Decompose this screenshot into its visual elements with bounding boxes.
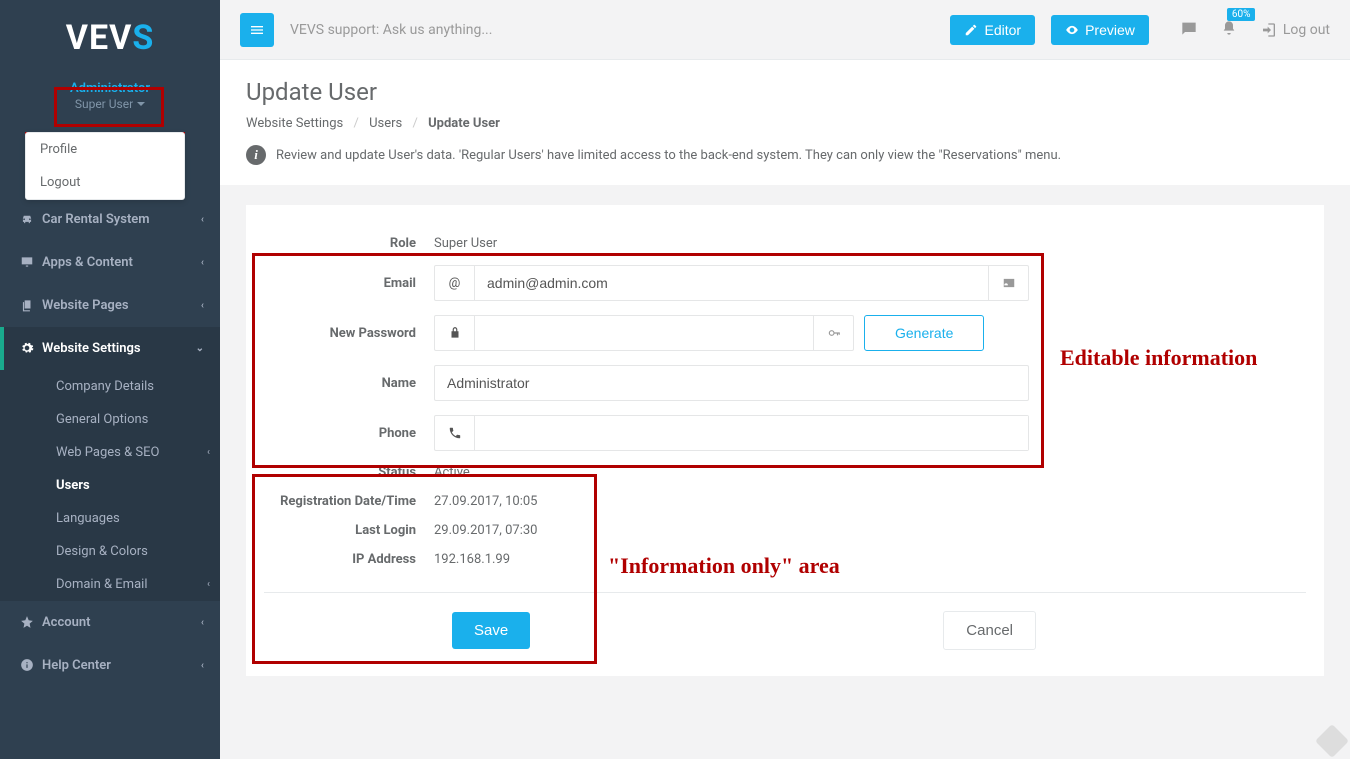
nav-car-rental[interactable]: Car Rental System ‹ (0, 198, 220, 241)
brand-part-1: VEV (66, 18, 133, 58)
chevron-left-icon: ‹ (201, 214, 204, 225)
sign-out-icon (1261, 22, 1277, 38)
email-field[interactable] (475, 266, 988, 300)
messages-icon[interactable] (1181, 20, 1197, 40)
page-header: Update User Website Settings / Users / U… (220, 60, 1350, 185)
value-status: Active (434, 465, 470, 480)
label-name: Name (264, 376, 434, 391)
cogs-icon (20, 341, 42, 355)
vcard-icon[interactable] (988, 266, 1028, 300)
value-role: Super User (434, 236, 497, 251)
logout-link[interactable]: Log out (1261, 22, 1330, 38)
new-password-field[interactable] (475, 316, 813, 350)
nav-website-settings-sub: Company Details General Options Web Page… (0, 370, 220, 601)
label-status: Status (264, 465, 434, 480)
subnav-company-details[interactable]: Company Details (0, 370, 220, 403)
breadcrumb: Website Settings / Users / Update User (246, 116, 1324, 131)
subnav-languages[interactable]: Languages (0, 502, 220, 535)
subnav-design-colors[interactable]: Design & Colors (0, 535, 220, 568)
chevron-left-icon: ‹ (207, 447, 210, 458)
phone-icon (435, 416, 475, 450)
label-last-login: Last Login (264, 523, 434, 538)
breadcrumb-website-settings[interactable]: Website Settings (246, 116, 343, 131)
phone-field[interactable] (475, 416, 1028, 450)
sidebar: VEVS Administrator Super User Profile Lo… (0, 0, 220, 759)
breadcrumb-users[interactable]: Users (369, 116, 402, 131)
sidebar-toggle-button[interactable] (240, 13, 274, 47)
subnav-general-options[interactable]: General Options (0, 403, 220, 436)
user-menu-logout[interactable]: Logout (26, 166, 184, 199)
car-icon (20, 212, 42, 226)
label-email: Email (264, 276, 434, 291)
caret-down-icon (137, 102, 145, 106)
chevron-left-icon: ‹ (201, 257, 204, 268)
notifications-icon[interactable]: 60% (1221, 20, 1237, 40)
label-phone: Phone (264, 426, 434, 441)
preview-button[interactable]: Preview (1051, 15, 1149, 45)
nav-account[interactable]: Account ‹ (0, 601, 220, 644)
main: VEVS support: Ask us anything... Editor … (220, 0, 1350, 759)
save-button[interactable]: Save (452, 612, 530, 649)
user-menu-profile[interactable]: Profile (26, 133, 184, 166)
current-user-name: Administrator (0, 81, 220, 97)
key-icon[interactable] (813, 316, 853, 350)
at-icon: @ (435, 266, 475, 300)
label-role: Role (264, 236, 434, 251)
nav-website-pages[interactable]: Website Pages ‹ (0, 284, 220, 327)
editor-button[interactable]: Editor (950, 15, 1035, 45)
support-prompt[interactable]: VEVS support: Ask us anything... (290, 22, 934, 38)
name-field[interactable] (434, 365, 1029, 401)
star-icon (20, 615, 42, 629)
nav-apps-content[interactable]: Apps & Content ‹ (0, 241, 220, 284)
cancel-button[interactable]: Cancel (943, 611, 1036, 650)
desktop-icon (20, 255, 42, 269)
breadcrumb-current: Update User (428, 116, 500, 131)
generate-button[interactable]: Generate (864, 315, 984, 351)
progress-badge: 60% (1227, 8, 1256, 21)
eye-icon (1065, 23, 1079, 37)
divider (264, 592, 1306, 593)
subnav-users[interactable]: Users (0, 469, 220, 502)
brand-part-2: S (132, 18, 154, 58)
page-help: i Review and update User's data. 'Regula… (246, 145, 1324, 165)
info-icon (20, 658, 42, 672)
value-ip: 192.168.1.99 (434, 552, 510, 567)
bars-icon (249, 22, 265, 38)
chevron-left-icon: ‹ (201, 660, 204, 671)
nav-help-center[interactable]: Help Center ‹ (0, 644, 220, 687)
subnav-web-pages-seo[interactable]: Web Pages & SEO‹ (0, 436, 220, 469)
info-icon: i (246, 145, 266, 165)
value-registration-dt: 27.09.2017, 10:05 (434, 494, 537, 509)
main-nav: Car Rental System ‹ Apps & Content ‹ Web… (0, 198, 220, 687)
label-ip: IP Address (264, 552, 434, 567)
form-panel: Role Super User Email @ (246, 205, 1324, 676)
chevron-left-icon: ‹ (201, 300, 204, 311)
user-dropdown: Profile Logout (25, 132, 185, 200)
user-block[interactable]: Administrator Super User (0, 75, 220, 120)
chevron-left-icon: ‹ (207, 579, 210, 590)
pencil-icon (964, 23, 978, 37)
label-new-password: New Password (264, 326, 434, 341)
lock-icon (435, 316, 475, 350)
page-help-text: Review and update User's data. 'Regular … (276, 148, 1061, 163)
value-last-login: 29.09.2017, 07:30 (434, 523, 537, 538)
nav-website-settings[interactable]: Website Settings ⌄ (0, 327, 220, 370)
chevron-left-icon: ‹ (201, 617, 204, 628)
chevron-down-icon: ⌄ (196, 343, 204, 354)
brand-logo: VEVS (0, 0, 220, 75)
copy-icon (20, 298, 42, 312)
subnav-domain-email[interactable]: Domain & Email‹ (0, 568, 220, 601)
topbar: VEVS support: Ask us anything... Editor … (220, 0, 1350, 60)
page-title: Update User (246, 78, 1324, 106)
current-user-role-toggle[interactable]: Super User (75, 97, 145, 111)
label-registration-dt: Registration Date/Time (264, 494, 434, 509)
